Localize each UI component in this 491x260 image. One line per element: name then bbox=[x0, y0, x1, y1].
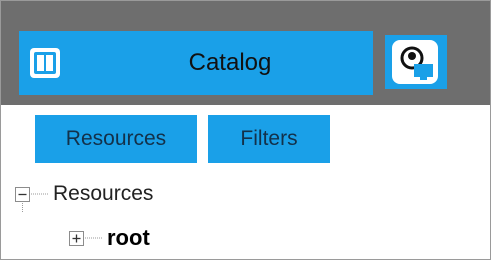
tree-node-root[interactable]: root bbox=[69, 223, 150, 253]
tab-resources[interactable]: Resources bbox=[35, 115, 197, 163]
catalog-header: Catalog bbox=[1, 1, 490, 105]
tree-node-label: root bbox=[107, 225, 150, 250]
page-title: Catalog bbox=[188, 49, 272, 76]
collapse-icon[interactable] bbox=[15, 186, 30, 202]
user-button[interactable] bbox=[385, 35, 447, 89]
tree-node-label: Resources bbox=[53, 182, 154, 205]
tree-dotted-connector bbox=[85, 237, 103, 239]
panel-toggle-icon[interactable] bbox=[28, 46, 62, 80]
expand-icon[interactable] bbox=[69, 230, 84, 246]
catalog-title-bar: Catalog bbox=[19, 31, 373, 95]
resource-tree: Resources root bbox=[1, 171, 490, 259]
user-monitor-icon bbox=[392, 40, 438, 84]
tree-node-resources[interactable]: Resources bbox=[15, 179, 153, 209]
tree-dotted-connector bbox=[31, 193, 49, 195]
catalog-panel: Catalog Resources Filters Resources root bbox=[0, 0, 491, 260]
tab-bar: Resources Filters bbox=[1, 105, 490, 171]
tab-filters[interactable]: Filters bbox=[208, 115, 330, 163]
